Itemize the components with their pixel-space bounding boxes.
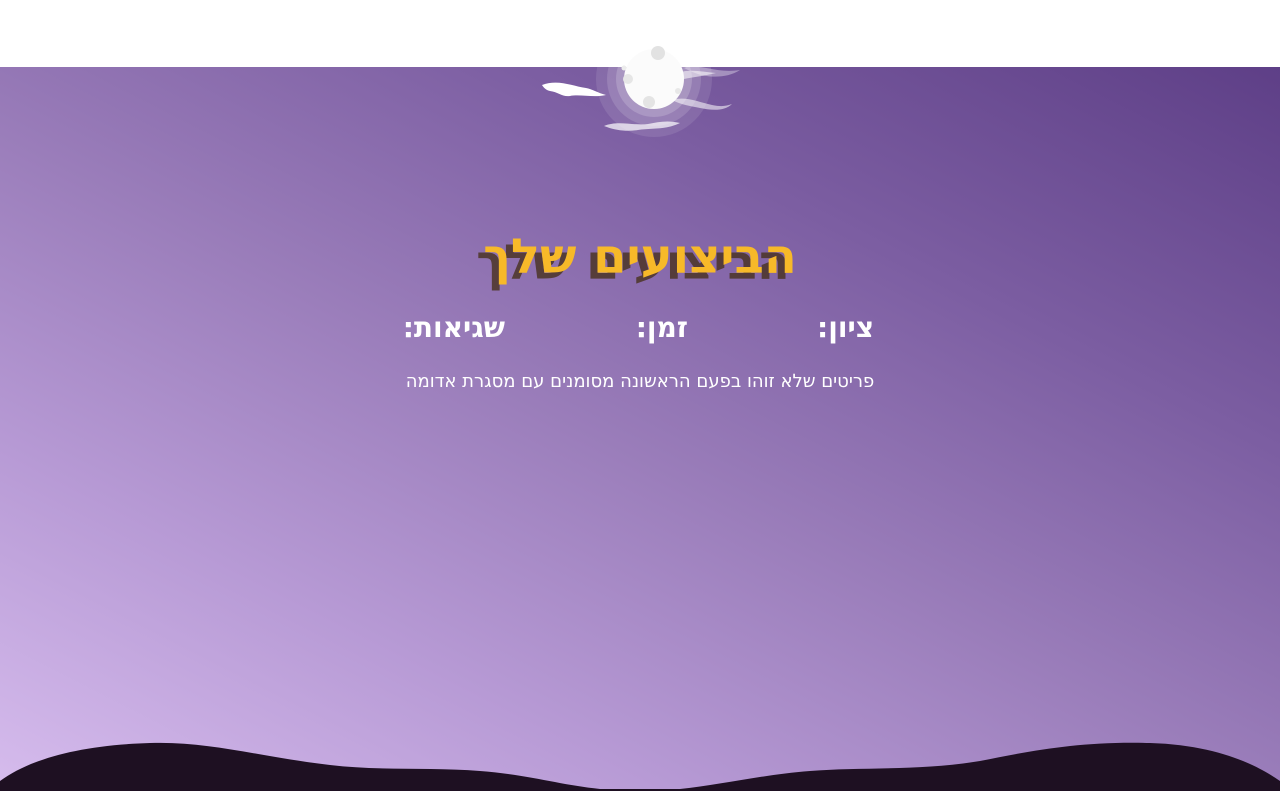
time-label: זמן: [635, 311, 688, 344]
hills-silhouette [0, 742, 1280, 791]
night-scene-background: הביצועים שלך ציון: זמן: שגיאות: פריטים ש… [0, 67, 1280, 791]
page-title: הביצועים שלך [483, 229, 797, 285]
score-label: ציון: [817, 311, 874, 344]
missed-items-hint: פריטים שלא זוהו בפעם הראשונה מסומנים עם … [405, 371, 875, 392]
errors-label: שגיאות: [402, 311, 505, 344]
moon-with-clouds-icon [542, 22, 740, 137]
results-page: הביצועים שלך ציון: זמן: שגיאות: פריטים ש… [0, 0, 1280, 791]
